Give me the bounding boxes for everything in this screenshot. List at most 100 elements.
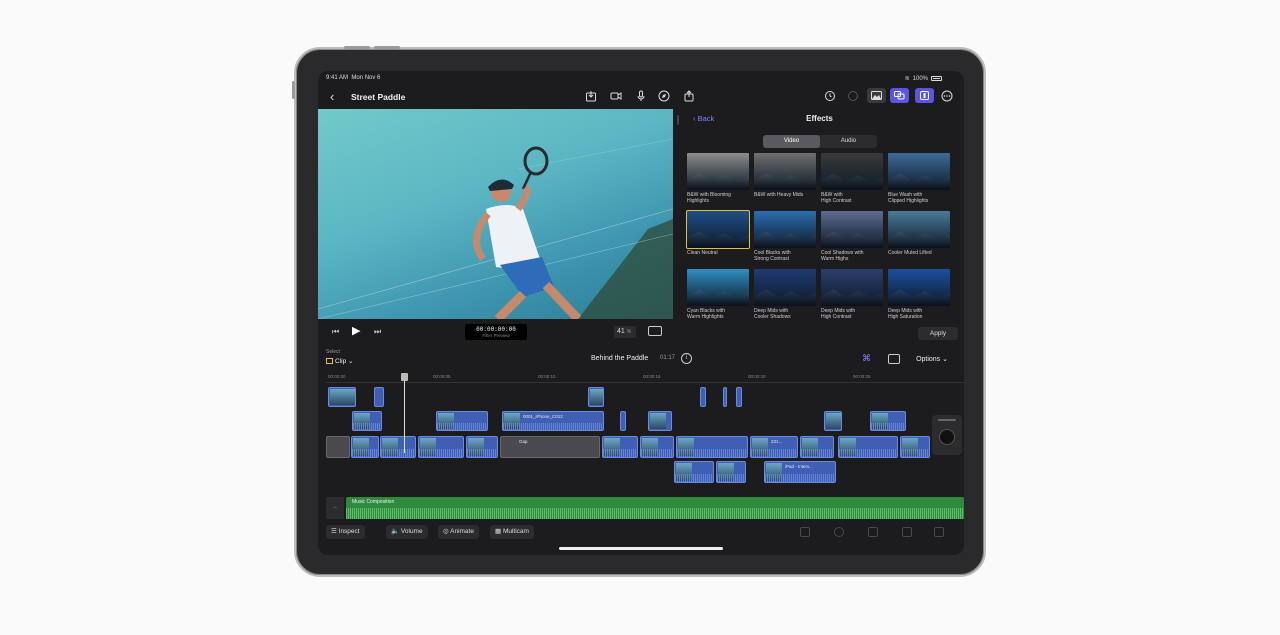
storyline-clip[interactable] bbox=[640, 436, 674, 458]
connected-clip[interactable] bbox=[648, 411, 672, 431]
timeline-header: Select Clip ⌄ Behind the Paddle 01:17 i … bbox=[318, 347, 964, 371]
storyline-clip[interactable] bbox=[418, 436, 464, 458]
ruler-tick: 00:00:05 bbox=[433, 374, 451, 379]
effect-thumbnail bbox=[888, 211, 950, 248]
connected-clip[interactable] bbox=[870, 411, 906, 431]
split-icon[interactable] bbox=[902, 527, 912, 537]
timeline-ruler[interactable]: 00:00:00 00:00:05 00:00:10 00:00:15 00:0… bbox=[326, 373, 964, 383]
clip-appearance-icon[interactable] bbox=[888, 354, 900, 364]
effect-item[interactable]: Cooler Muted Lifted bbox=[888, 211, 950, 267]
connected-clip[interactable] bbox=[674, 461, 714, 483]
inspector-icon[interactable] bbox=[915, 88, 934, 103]
storyline-clip[interactable] bbox=[466, 436, 498, 458]
storyline-clip[interactable] bbox=[326, 436, 350, 458]
viewer-controls: ⏮ ▶ ⏭ 00:00:00:00 Filter Preview 41 % bbox=[318, 319, 673, 345]
undo-icon[interactable] bbox=[823, 89, 837, 103]
gap-clip[interactable]: Gap bbox=[500, 436, 600, 458]
effect-item[interactable]: Blue Wash with Clipped Highlights bbox=[888, 153, 950, 209]
connected-clip[interactable] bbox=[374, 387, 384, 407]
effect-item[interactable]: Cool Shadows with Warm Highs bbox=[821, 211, 883, 267]
share-icon[interactable] bbox=[682, 89, 696, 103]
delete-icon[interactable] bbox=[800, 527, 810, 537]
connected-clip[interactable] bbox=[736, 387, 742, 407]
effects-title: Effects bbox=[806, 114, 833, 123]
connected-clip[interactable] bbox=[700, 387, 706, 407]
photos-icon[interactable] bbox=[867, 88, 886, 103]
ruler-tick: 00:00:00 bbox=[328, 374, 346, 379]
tab-audio[interactable]: Audio bbox=[820, 135, 877, 148]
effect-thumbnail bbox=[686, 210, 750, 249]
skip-back-icon[interactable]: ⏮ bbox=[332, 327, 339, 337]
music-clip[interactable]: Music Composition bbox=[346, 497, 964, 519]
effects-browser-icon[interactable] bbox=[890, 88, 909, 103]
storyline-clip[interactable] bbox=[800, 436, 834, 458]
effect-item[interactable]: Deep Mids with Cooler Shadows bbox=[754, 269, 816, 325]
connected-clip[interactable] bbox=[352, 411, 382, 431]
effect-item[interactable]: B&W with Heavy Mids bbox=[754, 153, 816, 209]
storyline-clip[interactable]: 231... bbox=[750, 436, 798, 458]
playhead[interactable] bbox=[401, 373, 408, 453]
effects-grid: B&W with Blooming Highlights B&W with Hea… bbox=[686, 153, 950, 325]
camera-icon[interactable] bbox=[609, 89, 623, 103]
redo-icon[interactable] bbox=[846, 89, 860, 103]
connected-clip[interactable] bbox=[328, 387, 356, 407]
jog-wheel-knob[interactable] bbox=[939, 429, 955, 445]
skip-forward-icon[interactable]: ⏭ bbox=[374, 327, 381, 337]
microphone-icon[interactable] bbox=[634, 89, 648, 103]
top-button bbox=[344, 46, 370, 49]
storyline-clip[interactable] bbox=[900, 436, 930, 458]
zoom-level[interactable]: 41 % bbox=[614, 326, 636, 338]
storyline-clip[interactable] bbox=[351, 436, 379, 458]
storyline-clip[interactable] bbox=[838, 436, 898, 458]
music-waveform bbox=[346, 508, 964, 519]
detach-icon[interactable] bbox=[868, 527, 878, 537]
connected-clip[interactable] bbox=[588, 387, 604, 407]
back-chevron-icon[interactable]: ‹ bbox=[330, 89, 334, 104]
jog-wheel-widget[interactable] bbox=[932, 415, 962, 455]
enable-icon[interactable] bbox=[834, 527, 844, 537]
options-menu[interactable]: Options ⌄ bbox=[916, 355, 948, 363]
connected-clip[interactable] bbox=[716, 461, 746, 483]
apply-button[interactable]: Apply bbox=[918, 327, 958, 340]
animate-button[interactable]: ◎ Animate bbox=[438, 525, 479, 539]
pencil-icon[interactable] bbox=[657, 89, 671, 103]
info-icon[interactable]: i bbox=[681, 353, 692, 364]
video-preview[interactable] bbox=[318, 109, 673, 319]
animate-label: Animate bbox=[450, 528, 474, 535]
connected-clip[interactable] bbox=[436, 411, 488, 431]
effect-item[interactable]: Cyan Blacks with Warm Highlights bbox=[687, 269, 749, 325]
effect-item[interactable]: B&W with Blooming Highlights bbox=[687, 153, 749, 209]
inspect-button[interactable]: ☰ Inspect bbox=[326, 525, 365, 539]
select-mode[interactable]: Clip ⌄ bbox=[326, 357, 353, 365]
snapping-icon[interactable]: ⌘ bbox=[862, 353, 871, 364]
connected-clip-iphone[interactable]: 0001_iPhone_C012 bbox=[502, 411, 604, 431]
multicam-button[interactable]: ▦ Multicam bbox=[490, 525, 534, 539]
effect-item[interactable]: Deep Mids with High Saturation bbox=[888, 269, 950, 325]
more-icon[interactable] bbox=[940, 89, 954, 103]
gap-label: Gap bbox=[519, 439, 528, 444]
connected-clip[interactable] bbox=[824, 411, 842, 431]
viewer-options-icon[interactable] bbox=[648, 326, 662, 336]
audio-lane-handle[interactable]: ◦◦ bbox=[326, 497, 344, 519]
volume-button[interactable]: 🔈 Volume bbox=[386, 525, 428, 539]
battery-icon bbox=[931, 76, 942, 81]
play-icon[interactable]: ▶ bbox=[352, 324, 360, 337]
storyline-clip[interactable] bbox=[380, 436, 416, 458]
connected-clip[interactable] bbox=[620, 411, 626, 431]
effects-type-segmented: Video Audio bbox=[763, 135, 877, 148]
connected-clip[interactable] bbox=[723, 387, 727, 407]
connected-clip-ipad[interactable]: iPad - Interv... bbox=[764, 461, 836, 483]
effect-label: Cooler Muted Lifted bbox=[888, 250, 932, 256]
effect-item[interactable]: Deep Mids with High Contrast bbox=[821, 269, 883, 325]
effect-item[interactable]: Clean Neutral bbox=[686, 210, 750, 267]
timecode-value: 00:00:00:00 bbox=[476, 326, 516, 333]
effect-thumbnail bbox=[821, 153, 883, 190]
storyline-clip[interactable] bbox=[602, 436, 638, 458]
effect-item[interactable]: B&W with High Contrast bbox=[821, 153, 883, 209]
effect-item[interactable]: Cool Blacks with Strong Contrast bbox=[754, 211, 816, 267]
import-icon[interactable] bbox=[584, 89, 598, 103]
storyline-clip[interactable] bbox=[676, 436, 748, 458]
tab-video[interactable]: Video bbox=[763, 135, 820, 148]
zoom-unit: % bbox=[626, 329, 632, 335]
trim-icon[interactable] bbox=[934, 527, 944, 537]
